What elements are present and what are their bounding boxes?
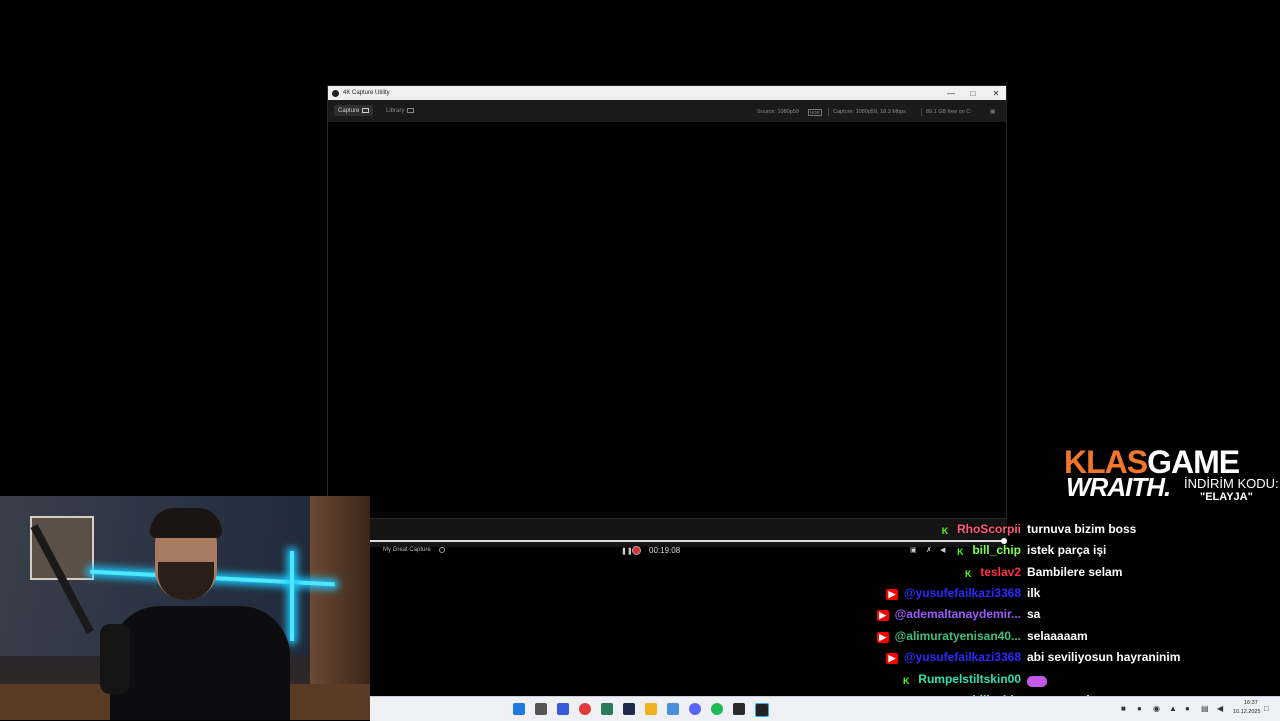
chat-message: @ademaltanaydemir... ▶ sa [0, 607, 1280, 627]
title-bar[interactable]: 4K Capture Utility — □ ✕ [328, 86, 1006, 100]
photoshop-icon[interactable] [623, 703, 635, 715]
youtube-icon: ▶ [876, 632, 889, 643]
volume-icon[interactable]: ◀ [1217, 704, 1223, 713]
chat-username[interactable]: @alimuratyenisan40... [895, 629, 1021, 643]
kick-icon: K [941, 525, 949, 536]
source-status: Source: 1080p59 [757, 109, 799, 115]
capture-preview[interactable] [328, 122, 1006, 512]
clock-date[interactable]: 10.12.2025 [1233, 709, 1261, 715]
discount-label: İNDİRİM KODU: [1184, 476, 1279, 491]
notification-icon[interactable]: □ [1264, 704, 1269, 713]
youtube-icon: ▶ [885, 653, 898, 664]
kick-icon: K [903, 675, 910, 686]
tray-icon[interactable]: ■ [1121, 704, 1126, 713]
close-icon[interactable]: ✕ [985, 86, 1007, 100]
capture-utility-icon[interactable] [755, 703, 769, 717]
maximize-icon[interactable]: □ [962, 86, 984, 100]
capture-utility-window: 4K Capture Utility — □ ✕ Capture Library… [327, 85, 1007, 540]
terminal-icon[interactable] [733, 703, 745, 715]
chat-message: Rumpelstiltskin00 K [0, 672, 1280, 692]
discount-code: "ELAYJA" [1200, 491, 1253, 503]
emote-icon [1027, 676, 1047, 687]
chat-username[interactable]: @yusufefailkazi3368 [904, 586, 1021, 600]
chat-text: turnuva bizim boss [1027, 522, 1137, 536]
capture-status: Capture: 1080p59, 18.3 Mbps [833, 109, 906, 115]
folder-icon[interactable] [645, 703, 657, 715]
chat-username[interactable]: RhoScorpii [957, 522, 1021, 536]
opera-icon[interactable] [579, 703, 591, 715]
chat-text: Bambilere selam [1027, 565, 1123, 579]
chat-text: selaaaaam [1027, 629, 1088, 643]
hdr-badge: HDR [808, 109, 822, 116]
divider [828, 108, 829, 116]
tab-library[interactable]: Library [382, 105, 418, 116]
chat-username[interactable]: Rumpelstiltskin00 [918, 672, 1021, 686]
minimize-icon[interactable]: — [940, 86, 962, 100]
chat-text: sa [1027, 607, 1041, 621]
app-icon[interactable] [601, 703, 613, 715]
chat-text: abi seviliyosun hayraninim [1027, 650, 1181, 664]
chat-message: @yusufefailkazi3368 ▶ ilk [0, 586, 1280, 606]
chat-username[interactable]: @yusufefailkazi3368 [904, 650, 1021, 664]
toolbar: Capture Library Source: 1080p59 HDR Capt… [328, 100, 1006, 122]
spotify-icon[interactable] [711, 703, 723, 715]
youtube-icon: ▶ [885, 589, 898, 600]
divider [921, 108, 922, 116]
discord-icon[interactable] [689, 703, 701, 715]
chat-text: istek parça işi [1027, 543, 1107, 557]
app-logo-icon [332, 89, 339, 97]
window-title: 4K Capture Utility [343, 90, 390, 96]
youtube-icon: ▶ [876, 610, 889, 621]
kick-icon: K [957, 546, 964, 557]
chat-message: bill_chip Kistek parça işi [0, 543, 1280, 563]
tab-capture[interactable]: Capture [334, 105, 374, 116]
start-icon[interactable] [513, 703, 525, 715]
app-icon[interactable] [557, 703, 569, 715]
chat-message: RhoScorpii Kturnuva bizim boss [0, 522, 1280, 542]
tray-icon[interactable]: ▲ [1169, 704, 1177, 713]
sponsor-logo: KLASGAME WRAITH. İNDİRİM KODU: "ELAYJA" [1062, 444, 1280, 506]
file-explorer-icon[interactable] [535, 703, 547, 715]
kick-icon: K [965, 568, 972, 579]
tray-icon[interactable]: ● [1137, 704, 1142, 713]
network-icon[interactable]: ▤ [1201, 704, 1209, 713]
chat-message: teslav2 K Bambilere selam [0, 565, 1280, 585]
settings-icon[interactable]: ▦ [990, 109, 995, 115]
capture-icon [362, 108, 370, 113]
chat-username[interactable]: teslav2 [980, 565, 1021, 579]
disk-free-status: 89.1 GB free on C: [926, 109, 972, 115]
chat-message: @yusufefailkazi3368 ▶ abi seviliyosun hayr… [0, 650, 1280, 670]
product-name: WRAITH. [1066, 472, 1171, 502]
chat-text: ilk [1027, 586, 1041, 600]
chat-username[interactable]: @ademaltanaydemir... [895, 607, 1021, 621]
tab-capture-label: Capture [338, 107, 360, 114]
taskbar: ■ ● ◉ ▲ ● ▤ ◀ 16:37 10.12.2025 □ [370, 696, 1280, 721]
chat-username[interactable]: bill_chip [972, 543, 1021, 557]
tray-icon[interactable]: ◉ [1153, 704, 1160, 713]
tab-library-label: Library [386, 107, 405, 114]
clock-time[interactable]: 16:37 [1244, 700, 1258, 706]
mic-icon[interactable]: ● [1185, 704, 1190, 713]
chat-message: @alimuratyenisan40... ▶ selaaaaam [0, 629, 1280, 649]
calculator-icon[interactable] [667, 703, 679, 715]
library-icon [407, 108, 415, 113]
